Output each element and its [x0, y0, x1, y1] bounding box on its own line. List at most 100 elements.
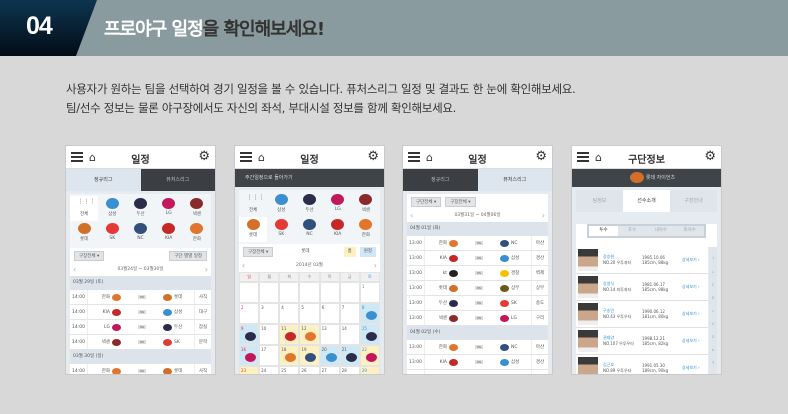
player-row[interactable]: 구승민 NO.43 우투우타 1990.06.12 181cm, 80kg 상세보기 ›: [576, 301, 708, 328]
game-row[interactable]: 13:00 KIA vs 삼성 경산: [407, 355, 548, 370]
team-filter-4[interactable]: 넥센: [183, 196, 211, 221]
team-filter-6[interactable]: SK: [98, 221, 126, 246]
game-row[interactable]: 13:00 한화 vs NC 마산: [407, 340, 548, 355]
index-letter[interactable]: ㄴ: [709, 266, 717, 279]
team-filter-9[interactable]: 한화: [183, 221, 211, 246]
player-row[interactable]: 김근호 NO.89 우투우타 1991.05.30 189cm, 90kg 상세보기 ›: [576, 355, 708, 374]
calendar-day[interactable]: 18: [279, 345, 300, 366]
calendar-day[interactable]: 14: [339, 324, 360, 345]
calendar-day[interactable]: 16: [239, 345, 260, 366]
stadium-select[interactable]: 구장전체 ▾: [445, 197, 476, 207]
game-row[interactable]: 13:00 KIA vs 삼성 경산: [407, 251, 548, 266]
game-row[interactable]: 14:00 KIA vs 삼성 대구: [70, 305, 211, 320]
calendar-day[interactable]: 5: [299, 303, 320, 324]
calendar-day[interactable]: 13: [319, 324, 340, 345]
player-row[interactable]: 권태양 NO.107 우투우타 1998.12.21 185cm, 82kg 상세보기 …: [576, 328, 708, 355]
calendar-day[interactable]: 3: [259, 303, 280, 324]
team-filter-0[interactable]: ⋮⋮⋮ 전체: [239, 192, 267, 217]
index-letter[interactable]: ㅈ: [709, 331, 717, 344]
week-nav[interactable]: 03월24일 ~ 03월30일: [70, 264, 211, 276]
index-scrollbar[interactable]: ㄱㄴㄷㅁㅅㅇㅈㅊㅋ: [709, 247, 717, 374]
calendar-day[interactable]: 20: [319, 345, 340, 366]
game-row[interactable]: 13:00ktvs경찰벽제: [407, 370, 548, 374]
tab-2[interactable]: 구장안내: [670, 190, 717, 212]
gear-icon[interactable]: ⚙: [367, 149, 379, 164]
index-letter[interactable]: ㅊ: [709, 344, 717, 357]
calendar-day[interactable]: 15: [359, 324, 380, 345]
team-filter-9[interactable]: 한화: [352, 217, 380, 242]
position-tab[interactable]: 투수: [589, 226, 618, 236]
team-filter-4[interactable]: 넥센: [352, 192, 380, 217]
calendar-day[interactable]: 27: [319, 366, 340, 374]
calendar-day[interactable]: 21: [339, 345, 360, 366]
detail-link[interactable]: 상세보기 ›: [682, 338, 700, 344]
calendar-day[interactable]: 29: [359, 366, 380, 374]
team-filter-6[interactable]: SK: [267, 217, 295, 242]
calendar-day[interactable]: 6: [319, 303, 340, 324]
team-filter-7[interactable]: NC: [295, 217, 323, 242]
team-filter-3[interactable]: LG: [324, 192, 352, 217]
tab-futures[interactable]: 퓨처스리그: [140, 169, 215, 191]
team-filter-0[interactable]: ⋮⋮⋮ 전체: [70, 196, 99, 221]
calendar-day[interactable]: 22: [359, 345, 380, 366]
game-row[interactable]: 13:00ktvs경찰벽제: [407, 266, 548, 281]
team-filter-3[interactable]: LG: [155, 196, 183, 221]
calendar-day[interactable]: 1: [359, 282, 380, 303]
detail-link[interactable]: 상세보기 ›: [682, 365, 700, 371]
calendar-day[interactable]: 17: [259, 345, 280, 366]
team-select[interactable]: 구단전체 ▾: [411, 197, 442, 207]
calendar-day[interactable]: 28: [339, 366, 360, 374]
calendar-day[interactable]: 12: [299, 324, 320, 345]
detail-link[interactable]: 상세보기 ›: [682, 311, 700, 317]
game-row[interactable]: 13:00 한화 vs NC 마산: [407, 236, 548, 251]
tab-regular[interactable]: 정규리그: [403, 169, 478, 191]
tab-1[interactable]: 선수소개: [623, 190, 670, 212]
position-tab[interactable]: 외야수: [675, 226, 704, 236]
game-row[interactable]: 13:00 롯데 vs 상무 상무: [407, 281, 548, 296]
team-filter-2[interactable]: 두산: [126, 196, 154, 221]
index-letter[interactable]: ㄱ: [709, 253, 717, 266]
back-bar[interactable]: 주간일정으로 돌아가기: [235, 169, 384, 187]
gear-icon[interactable]: ⚙: [704, 149, 716, 164]
month-nav[interactable]: 2014년 03월: [239, 260, 380, 272]
calendar-day[interactable]: 2: [239, 303, 260, 324]
week-nav[interactable]: 03월31일 ~ 04월06일: [407, 210, 548, 222]
stadium-select[interactable]: 구장전체 ▾: [74, 251, 105, 261]
game-row[interactable]: 14:00 한화 vs 롯데 사직: [70, 364, 211, 374]
index-letter[interactable]: ㅋ: [709, 357, 717, 370]
team-schedule-button[interactable]: 구단 별별 일정: [169, 251, 207, 261]
index-letter[interactable]: ㅁ: [709, 292, 717, 305]
position-tab[interactable]: 내야수: [647, 226, 676, 236]
player-row[interactable]: 강승현 NO.20 우투좌타 1985.10.06 185cm, 88kg 상세보기 ›: [576, 247, 708, 274]
team-filter-1[interactable]: 삼성: [267, 192, 295, 217]
calendar-day[interactable]: 8: [359, 303, 380, 324]
calendar-day[interactable]: 25: [279, 366, 300, 374]
detail-link[interactable]: 상세보기 ›: [682, 284, 700, 290]
gear-icon[interactable]: ⚙: [198, 149, 210, 164]
calendar-day[interactable]: 4: [279, 303, 300, 324]
game-row[interactable]: 14:00 넥센 vs SK 문학: [70, 335, 211, 350]
calendar-day[interactable]: 9: [239, 324, 260, 345]
team-filter-2[interactable]: 두산: [295, 192, 323, 217]
calendar-day[interactable]: 19: [299, 345, 320, 366]
team-filter-7[interactable]: NC: [126, 221, 154, 246]
game-row[interactable]: 14:00 한화 vs 롯데 사직: [70, 290, 211, 305]
calendar-day[interactable]: 7: [339, 303, 360, 324]
calendar-day[interactable]: 23: [239, 366, 260, 374]
index-letter[interactable]: ㅇ: [709, 318, 717, 331]
team-filter-1[interactable]: 삼성: [98, 196, 126, 221]
calendar-day[interactable]: 26: [299, 366, 320, 374]
team-filter-8[interactable]: KIA: [155, 221, 183, 246]
tab-regular[interactable]: 정규리그: [66, 169, 141, 191]
index-letter[interactable]: ㅅ: [709, 305, 717, 318]
calendar-day[interactable]: 24: [259, 366, 280, 374]
calendar-day[interactable]: 10: [259, 324, 280, 345]
game-row[interactable]: 13:00 두산 vs SK 송도: [407, 296, 548, 311]
team-filter-8[interactable]: KIA: [324, 217, 352, 242]
team-filter-5[interactable]: 롯데: [239, 217, 268, 242]
tab-0[interactable]: 팀정보: [576, 190, 623, 212]
team-filter-5[interactable]: 롯데: [70, 221, 98, 246]
game-row[interactable]: 13:00 넥센 vs LG 구리: [407, 311, 548, 326]
position-tab[interactable]: 포수: [618, 226, 647, 236]
player-row[interactable]: 강영식 NO.14 좌투좌타 1981.06.17 185cm, 98kg 상세보기 ›: [576, 274, 708, 301]
